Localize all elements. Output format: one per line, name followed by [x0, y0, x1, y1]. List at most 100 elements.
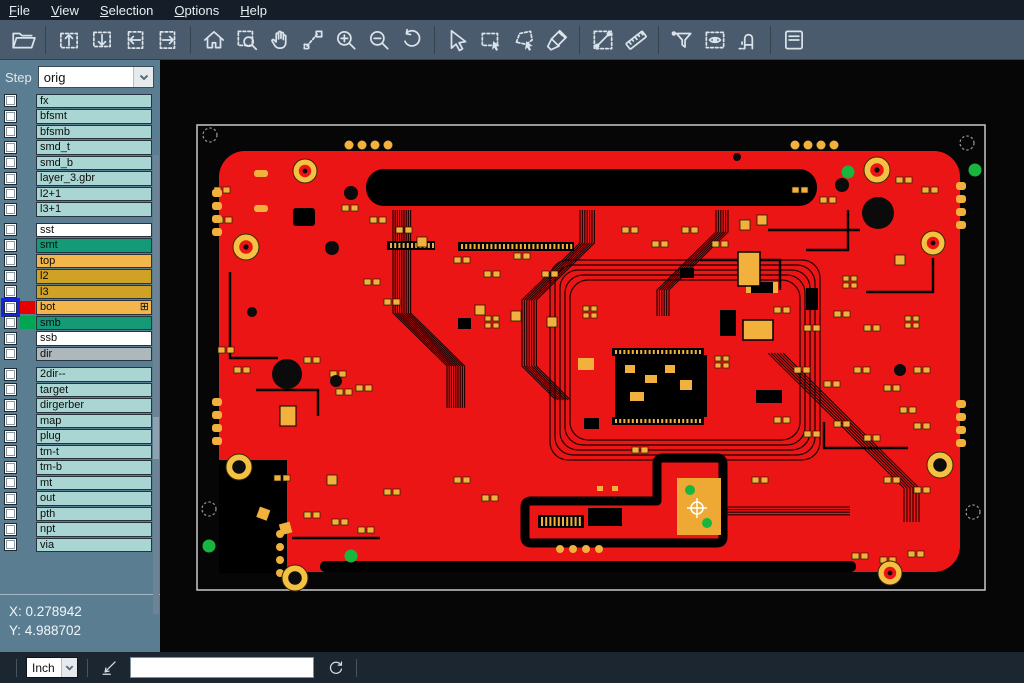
layer-visibility-checkbox[interactable]: [4, 383, 17, 396]
layer-color-swatch[interactable]: [20, 94, 35, 107]
layer-color-swatch[interactable]: [20, 203, 35, 216]
layer-visibility-checkbox[interactable]: [4, 285, 17, 298]
layer-color-swatch[interactable]: [20, 285, 35, 298]
layer-color-swatch[interactable]: [20, 507, 35, 520]
layer-visibility-checkbox[interactable]: [4, 430, 17, 443]
pan-up-icon[interactable]: [52, 24, 85, 56]
layer-label-sst[interactable]: sst: [36, 223, 152, 238]
layer-visibility-checkbox[interactable]: [4, 301, 17, 314]
layer-color-swatch[interactable]: [20, 461, 35, 474]
layer-color-swatch[interactable]: [20, 172, 35, 185]
layer-visibility-checkbox[interactable]: [4, 461, 17, 474]
layer-label-target[interactable]: target: [36, 383, 152, 398]
layer-label-smd-t[interactable]: smd_t: [36, 140, 152, 155]
layer-visibility-checkbox[interactable]: [4, 110, 17, 123]
layer-label-out[interactable]: out: [36, 491, 152, 506]
layer-visibility-checkbox[interactable]: [4, 476, 17, 489]
menu-options[interactable]: Options: [174, 3, 219, 18]
menu-file[interactable]: File: [9, 3, 30, 18]
log-panel-icon[interactable]: [777, 24, 810, 56]
menu-selection[interactable]: Selection: [100, 3, 153, 18]
pan-left-icon[interactable]: [118, 24, 151, 56]
zoom-area-icon[interactable]: [296, 24, 329, 56]
layer-visibility-checkbox[interactable]: [4, 239, 17, 252]
layer-color-swatch[interactable]: [20, 347, 35, 360]
measure-ruler-icon[interactable]: [619, 24, 652, 56]
layer-label-l2[interactable]: l2: [36, 269, 152, 284]
layer-label-fx[interactable]: fx: [36, 94, 152, 109]
layer-color-swatch[interactable]: [20, 332, 35, 345]
layer-label-bfsmt[interactable]: bfsmt: [36, 109, 152, 124]
layer-color-swatch[interactable]: [20, 141, 35, 154]
zoom-window-icon[interactable]: [230, 24, 263, 56]
layer-visibility-checkbox[interactable]: [4, 523, 17, 536]
layer-visibility-checkbox[interactable]: [4, 254, 17, 267]
layer-label-tm-t[interactable]: tm-t: [36, 445, 152, 460]
unit-select[interactable]: Inch: [26, 657, 78, 678]
snap-magnet-icon[interactable]: [731, 24, 764, 56]
layer-label-top[interactable]: top: [36, 254, 152, 269]
layer-visibility-checkbox[interactable]: [4, 270, 17, 283]
layer-label-smt[interactable]: smt: [36, 238, 152, 253]
view-visibility-icon[interactable]: [698, 24, 731, 56]
layer-color-swatch[interactable]: [20, 301, 35, 314]
layer-visibility-checkbox[interactable]: [4, 141, 17, 154]
layer-color-swatch[interactable]: [20, 476, 35, 489]
layer-visibility-checkbox[interactable]: [4, 156, 17, 169]
scrollbar-thumb[interactable]: [153, 417, 159, 459]
layer-label-l3[interactable]: l3: [36, 285, 152, 300]
sync-refresh-icon[interactable]: [323, 656, 347, 680]
layer-color-swatch[interactable]: [20, 430, 35, 443]
layer-visibility-checkbox[interactable]: [4, 399, 17, 412]
layer-visibility-checkbox[interactable]: [4, 445, 17, 458]
layer-color-swatch[interactable]: [20, 125, 35, 138]
layer-label-bot[interactable]: bot⊞: [36, 300, 152, 315]
zoom-home-icon[interactable]: [197, 24, 230, 56]
measure-distance-icon[interactable]: [586, 24, 619, 56]
layer-visibility-checkbox[interactable]: [4, 187, 17, 200]
open-file-icon[interactable]: [6, 24, 39, 56]
layer-color-swatch[interactable]: [20, 368, 35, 381]
layer-label-2dir-[interactable]: 2dir--: [36, 367, 152, 382]
layer-visibility-checkbox[interactable]: [4, 203, 17, 216]
layer-color-swatch[interactable]: [20, 270, 35, 283]
layer-label-npt[interactable]: npt: [36, 522, 152, 537]
layer-label-via[interactable]: via: [36, 538, 152, 553]
layer-visibility-checkbox[interactable]: [4, 538, 17, 551]
layer-visibility-checkbox[interactable]: [4, 414, 17, 427]
layer-visibility-checkbox[interactable]: [4, 492, 17, 505]
select-rectangle-icon[interactable]: [474, 24, 507, 56]
menu-view[interactable]: View: [51, 3, 79, 18]
layer-visibility-checkbox[interactable]: [4, 316, 17, 329]
zoom-out-icon[interactable]: [362, 24, 395, 56]
layer-label-dirgerber[interactable]: dirgerber: [36, 398, 152, 413]
layer-label-pth[interactable]: pth: [36, 507, 152, 522]
layer-label-l2-1[interactable]: l2+1: [36, 187, 152, 202]
layer-color-swatch[interactable]: [20, 538, 35, 551]
layer-visibility-checkbox[interactable]: [4, 347, 17, 360]
layer-label-mt[interactable]: mt: [36, 476, 152, 491]
layer-color-swatch[interactable]: [20, 110, 35, 123]
layer-label-map[interactable]: map: [36, 414, 152, 429]
pan-hand-icon[interactable]: [263, 24, 296, 56]
layer-label-tm-b[interactable]: tm-b: [36, 460, 152, 475]
layer-color-swatch[interactable]: [20, 414, 35, 427]
layer-color-swatch[interactable]: [20, 156, 35, 169]
layer-color-swatch[interactable]: [20, 399, 35, 412]
layer-visibility-checkbox[interactable]: [4, 125, 17, 138]
layer-color-swatch[interactable]: [20, 445, 35, 458]
layer-label-l3-1[interactable]: l3+1: [36, 202, 152, 217]
filter-icon[interactable]: [665, 24, 698, 56]
pan-right-icon[interactable]: [151, 24, 184, 56]
layer-color-swatch[interactable]: [20, 492, 35, 505]
layer-color-swatch[interactable]: [20, 523, 35, 536]
layer-color-swatch[interactable]: [20, 383, 35, 396]
layer-label-dir[interactable]: dir: [36, 347, 152, 362]
select-pointer-icon[interactable]: [441, 24, 474, 56]
layer-color-swatch[interactable]: [20, 239, 35, 252]
layer-label-layer-3-gbr[interactable]: layer_3.gbr: [36, 171, 152, 186]
zoom-previous-icon[interactable]: [395, 24, 428, 56]
layer-label-smd-b[interactable]: smd_b: [36, 156, 152, 171]
menu-help[interactable]: Help: [240, 3, 267, 18]
angle-measure-icon[interactable]: [97, 656, 121, 680]
